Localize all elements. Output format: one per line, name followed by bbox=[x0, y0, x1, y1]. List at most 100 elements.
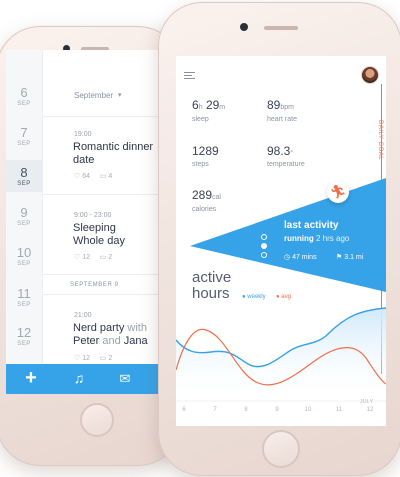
date-number: 7 bbox=[20, 125, 28, 140]
date-number: 6 bbox=[20, 85, 28, 100]
event-title: Romantic dinner date bbox=[73, 141, 153, 167]
x-tick: 11 bbox=[335, 407, 343, 413]
divider bbox=[42, 116, 170, 117]
fitness-screen: DAILY GOAL 6h 29m sleep 89bpm heart rate… bbox=[176, 56, 386, 426]
date-number: 9 bbox=[20, 205, 28, 220]
event-title-text: Jana bbox=[123, 335, 148, 347]
event-time: 21:00 bbox=[74, 312, 92, 319]
clock-icon: ◷ bbox=[284, 254, 291, 261]
home-button[interactable] bbox=[262, 430, 300, 468]
x-tick: 12 bbox=[366, 407, 374, 413]
event-title-connector: with bbox=[127, 322, 147, 334]
activity-distance: ⚑ 3.1 mi bbox=[336, 253, 363, 261]
heart-icon[interactable]: ♡ bbox=[74, 254, 80, 261]
active-hours-chart bbox=[176, 307, 386, 402]
comment-icon[interactable]: ▭ bbox=[100, 173, 107, 180]
date-item[interactable]: 7 SEP bbox=[6, 126, 42, 148]
heart-icon[interactable]: ♡ bbox=[74, 173, 80, 180]
active-hours-title: active hours bbox=[192, 270, 231, 302]
weekly-area bbox=[176, 308, 386, 402]
activity-duration: ◷ 47 mins bbox=[284, 253, 317, 261]
date-month: SEP bbox=[17, 341, 31, 347]
last-activity-subtitle: running 2 hrs ago bbox=[284, 234, 349, 243]
date-month: SEP bbox=[17, 101, 31, 107]
bottom-tab-bar: + ♫ ✉ bbox=[6, 364, 170, 394]
calendar-screen: 6 SEP 7 SEP 8 SEP 9 SEP 10 SEP 11 SEP 12 SEP Se… bbox=[6, 50, 170, 394]
x-tick: 7 bbox=[213, 407, 217, 413]
comment-icon[interactable]: ▭ bbox=[100, 355, 107, 362]
mail-icon[interactable]: ✉ bbox=[114, 371, 136, 387]
event-title-line: Romantic dinner bbox=[73, 141, 154, 153]
flag-icon: ⚑ bbox=[336, 254, 343, 261]
title-line: active bbox=[192, 269, 232, 286]
event-title-text: Nerd party bbox=[73, 322, 125, 334]
pager-dot[interactable] bbox=[261, 243, 267, 249]
home-button[interactable] bbox=[80, 403, 114, 437]
date-month: SEP bbox=[17, 221, 31, 227]
event-title-line: date bbox=[73, 154, 95, 166]
divider bbox=[42, 194, 170, 195]
month-tick: JULY bbox=[360, 399, 374, 405]
event-title-line: Sleeping bbox=[73, 222, 116, 234]
like-count: 12 bbox=[82, 355, 91, 362]
comment-icon[interactable]: ▭ bbox=[100, 254, 107, 261]
date-item[interactable]: 11 SEP bbox=[6, 287, 42, 309]
date-item[interactable]: 12 SEP bbox=[6, 326, 42, 348]
duration-value: 47 mins bbox=[292, 254, 317, 261]
last-activity-title: last activity bbox=[284, 220, 339, 231]
x-tick: 10 bbox=[304, 407, 312, 413]
heart-icon[interactable]: ♡ bbox=[74, 355, 80, 362]
music-note-icon[interactable]: ♫ bbox=[68, 370, 90, 386]
month-selector[interactable]: September bbox=[74, 91, 113, 100]
earpiece bbox=[264, 26, 298, 30]
date-item[interactable]: 9 SEP bbox=[6, 206, 42, 228]
pager-dot[interactable] bbox=[261, 252, 267, 258]
event-title-line: Whole day bbox=[73, 235, 125, 247]
x-tick: 8 bbox=[244, 407, 248, 413]
legend-avg: ● avg bbox=[276, 294, 291, 300]
front-camera bbox=[240, 23, 248, 31]
legend-weekly: ● weekly bbox=[242, 294, 266, 300]
date-month: SEP bbox=[17, 302, 31, 308]
x-tick: 9 bbox=[275, 407, 279, 413]
plus-icon[interactable]: + bbox=[20, 367, 42, 390]
legend-label: avg bbox=[281, 294, 291, 300]
event-time: 19:00 bbox=[74, 131, 92, 138]
running-icon[interactable]: 🏃︎ bbox=[327, 181, 349, 203]
date-number: 10 bbox=[16, 245, 32, 260]
event-title: Sleeping Whole day bbox=[73, 222, 125, 248]
date-month: SEP bbox=[17, 181, 31, 187]
x-tick: 6 bbox=[182, 407, 186, 413]
comment-count: 4 bbox=[108, 173, 113, 180]
date-item[interactable]: 6 SEP bbox=[6, 86, 42, 108]
like-count: 64 bbox=[82, 173, 91, 180]
event-title: Nerd party with Peter and Jana bbox=[73, 322, 148, 348]
event-meta: ♡ 64 ▭ 4 bbox=[74, 172, 112, 180]
divider bbox=[42, 274, 170, 275]
activity-ago: 2 hrs ago bbox=[316, 234, 350, 243]
event-title-text: Peter bbox=[73, 335, 100, 347]
date-month: SEP bbox=[17, 141, 31, 147]
like-count: 12 bbox=[82, 254, 91, 261]
date-number: 12 bbox=[16, 325, 32, 340]
date-number: 11 bbox=[17, 286, 31, 301]
date-number: 8 bbox=[20, 165, 28, 180]
date-month: SEP bbox=[17, 261, 31, 267]
date-item-selected[interactable]: 8 SEP bbox=[6, 160, 42, 192]
comment-count: 2 bbox=[108, 355, 113, 362]
event-time: 9:00 - 23:00 bbox=[74, 212, 112, 219]
title-line: hours bbox=[192, 285, 230, 302]
event-title-connector: and bbox=[102, 335, 121, 347]
date-item[interactable]: 10 SEP bbox=[6, 246, 42, 268]
legend-label: weekly bbox=[247, 294, 266, 300]
pager-dot[interactable] bbox=[261, 234, 267, 240]
activity-type: running bbox=[284, 234, 314, 243]
event-meta: ♡ 12 ▭ 2 bbox=[74, 354, 112, 362]
event-meta: ♡ 12 ▭ 2 bbox=[74, 253, 112, 261]
divider bbox=[42, 294, 170, 295]
chevron-down-icon[interactable]: ▾ bbox=[118, 91, 122, 99]
distance-value: 3.1 mi bbox=[344, 254, 364, 261]
section-header: SEPTEMBER 9 bbox=[70, 282, 119, 288]
pager-dots[interactable] bbox=[261, 234, 267, 258]
comment-count: 2 bbox=[108, 254, 113, 261]
